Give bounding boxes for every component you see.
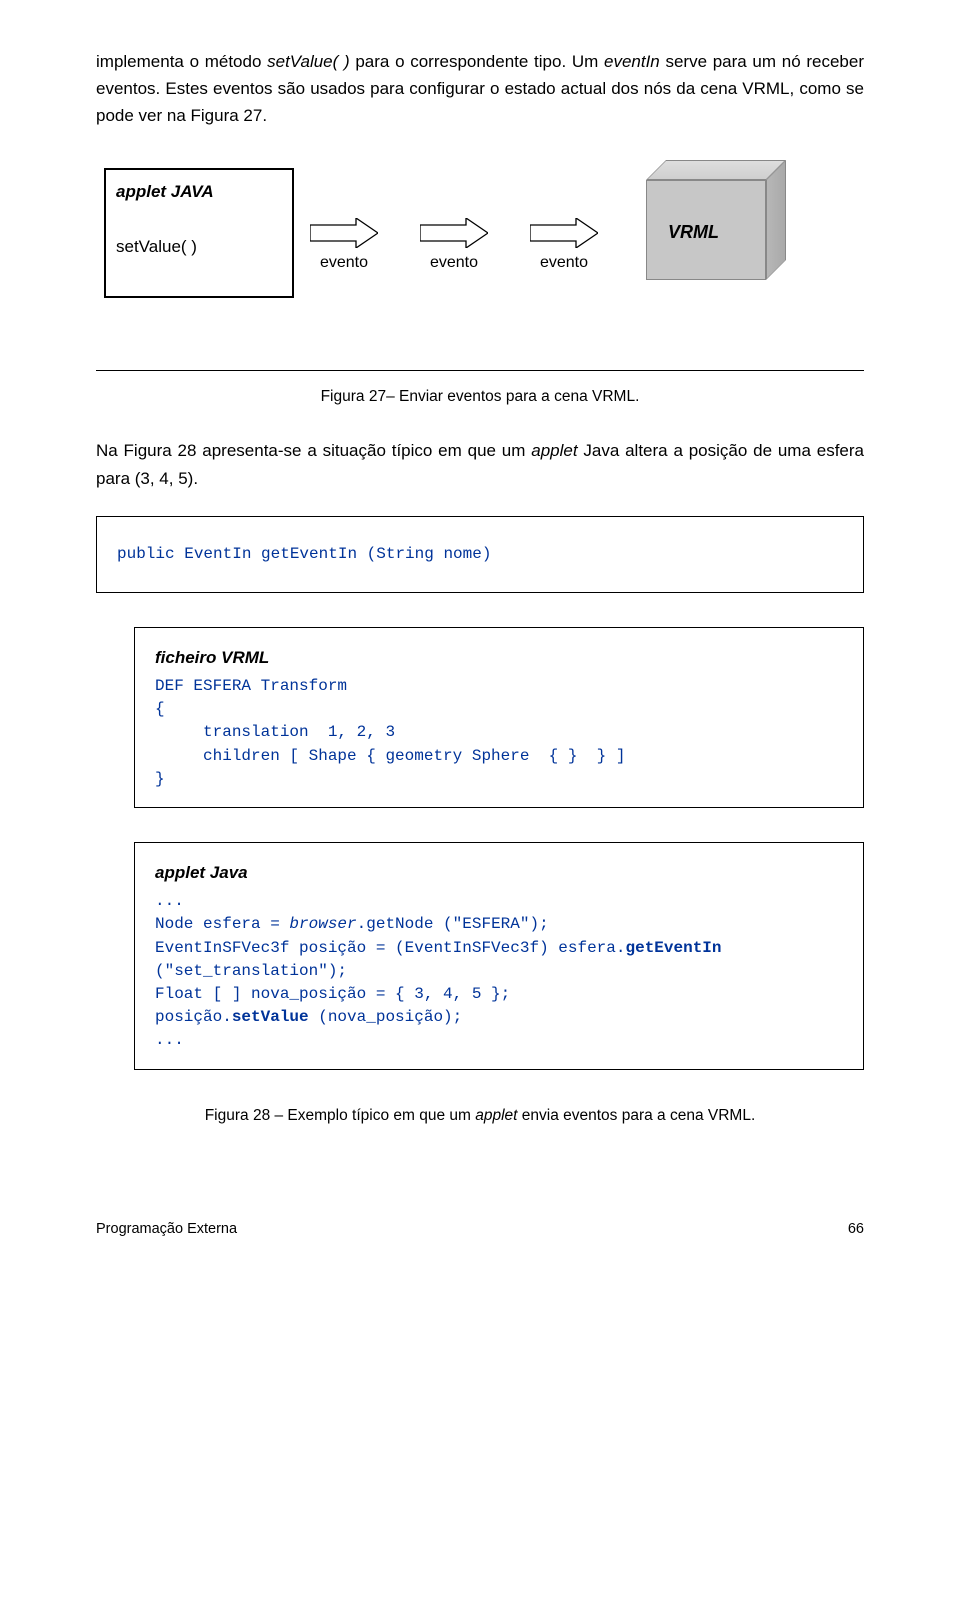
text: Na Figura 28 apresenta-se a situação típ… [96, 441, 531, 460]
vrml-cube: VRML [646, 160, 806, 290]
text: para o correspondente tipo. Um [350, 52, 604, 71]
arrow-2: evento [420, 218, 488, 262]
page-footer: Programação Externa 66 [96, 1218, 864, 1241]
code-line: ... [155, 1031, 184, 1049]
code-box-applet-java: applet Java ... Node esfera = browser.ge… [134, 842, 864, 1070]
eventin-term: eventIn [604, 52, 660, 71]
applet-java-box: applet JAVA setValue( ) [104, 168, 294, 298]
arrow-3: evento [530, 218, 598, 262]
arrow-icon [310, 218, 378, 248]
arrow-label: evento [420, 250, 488, 276]
footer-section-title: Programação Externa [96, 1218, 237, 1241]
applet-box-title: applet JAVA [116, 178, 282, 205]
code-line: Float [ ] nova_posição = { 3, 4, 5 }; [155, 985, 510, 1003]
code-block: DEF ESFERA Transform { translation 1, 2,… [155, 675, 843, 791]
vrml-cube-label: VRML [668, 218, 719, 247]
arrow-label: evento [310, 250, 378, 276]
arrow-label: evento [530, 250, 598, 276]
cube-top-face [646, 160, 786, 180]
cube-side-face [766, 160, 786, 280]
figure-28-caption: Figura 28 – Exemplo típico em que um app… [96, 1104, 864, 1129]
figure-27-caption: Figura 27– Enviar eventos para a cena VR… [96, 385, 864, 410]
text: envia eventos para a cena VRML. [517, 1107, 755, 1124]
text: implementa o método [96, 52, 267, 71]
code-line: EventInSFVec3f posição = (EventInSFVec3f… [155, 939, 722, 957]
code-line: public EventIn getEventIn (String nome) [117, 543, 843, 566]
applet-term: applet [475, 1107, 517, 1124]
figure-27-diagram: applet JAVA setValue( ) evento evento ev… [96, 154, 864, 354]
code-line: posição.setValue (nova_posição); [155, 1008, 462, 1026]
code-line: ("set_translation"); [155, 962, 347, 980]
figure-27-separator [96, 370, 864, 371]
code-box-vrml-file: ficheiro VRML DEF ESFERA Transform { tra… [134, 627, 864, 808]
intro-paragraph: implementa o método setValue( ) para o c… [96, 48, 864, 130]
box-title: applet Java [155, 859, 843, 886]
code-block: ... Node esfera = browser.getNode ("ESFE… [155, 890, 843, 1052]
text: Figura 28 – Exemplo típico em que um [205, 1107, 476, 1124]
footer-page-number: 66 [848, 1218, 864, 1241]
code-box-geteventin: public EventIn getEventIn (String nome) [96, 516, 864, 593]
setvalue-label: setValue( ) [116, 233, 282, 260]
applet-term: applet [531, 441, 577, 460]
box-title: ficheiro VRML [155, 644, 843, 671]
paragraph-2: Na Figura 28 apresenta-se a situação típ… [96, 437, 864, 491]
figure-28-boxes: public EventIn getEventIn (String nome) … [96, 516, 864, 1070]
method-name: setValue( ) [267, 52, 350, 71]
arrow-icon [530, 218, 598, 248]
code-line: Node esfera = browser.getNode ("ESFERA")… [155, 915, 549, 933]
arrow-1: evento [310, 218, 378, 262]
code-line: ... [155, 892, 184, 910]
arrow-icon [420, 218, 488, 248]
